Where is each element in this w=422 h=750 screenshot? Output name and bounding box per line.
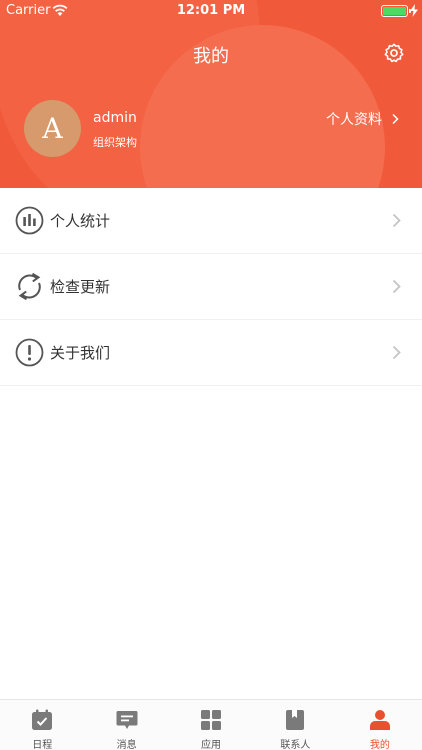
chevron-right-icon [392, 279, 401, 294]
status-bar: Carrier 12:01 PM [0, 0, 422, 22]
settings-menu: 个人统计 检查更新 关于我们 [0, 188, 422, 386]
bottom-tab-bar: 日程 消息 应用 联系人 我的 [0, 699, 422, 750]
tab-me[interactable]: 我的 [338, 700, 422, 750]
avatar[interactable]: A [24, 100, 81, 157]
tab-label: 消息 [116, 740, 137, 750]
tab-label: 日程 [32, 740, 53, 750]
chevron-right-icon [392, 113, 399, 125]
refresh-icon [18, 272, 41, 301]
page-title: 我的 [193, 46, 229, 67]
tab-schedule[interactable]: 日程 [0, 700, 84, 750]
settings-gear-icon[interactable] [383, 42, 405, 64]
clock: 12:01 PM [176, 3, 246, 18]
tab-label: 应用 [201, 740, 222, 750]
info-icon [15, 338, 44, 367]
tab-apps[interactable]: 应用 [169, 700, 253, 750]
calendar-check-icon [32, 709, 53, 730]
contacts-book-icon [286, 710, 305, 730]
menu-item-check-update[interactable]: 检查更新 [0, 254, 422, 320]
grid-icon [201, 710, 222, 730]
menu-item-personal-stats[interactable]: 个人统计 [0, 188, 422, 254]
profile-details-label: 个人资料 [326, 112, 382, 128]
tab-label: 我的 [369, 740, 390, 750]
chevron-right-icon [392, 213, 401, 228]
menu-item-about-us[interactable]: 关于我们 [0, 320, 422, 386]
organization-label: 组织架构 [93, 136, 137, 149]
menu-item-label: 检查更新 [50, 278, 111, 296]
profile-header [0, 0, 422, 188]
tab-messages[interactable]: 消息 [84, 700, 168, 750]
battery-icon [381, 5, 411, 17]
tab-contacts[interactable]: 联系人 [253, 700, 337, 750]
profile-details-link[interactable]: 个人资料 [326, 109, 399, 129]
username: admin [93, 110, 137, 126]
tab-label: 联系人 [280, 740, 311, 750]
message-icon [116, 711, 138, 729]
bar-chart-icon [15, 206, 44, 235]
menu-item-label: 关于我们 [50, 344, 111, 362]
person-icon [369, 710, 390, 730]
menu-item-label: 个人统计 [50, 212, 111, 230]
chevron-right-icon [392, 345, 401, 360]
charging-icon [410, 4, 418, 17]
